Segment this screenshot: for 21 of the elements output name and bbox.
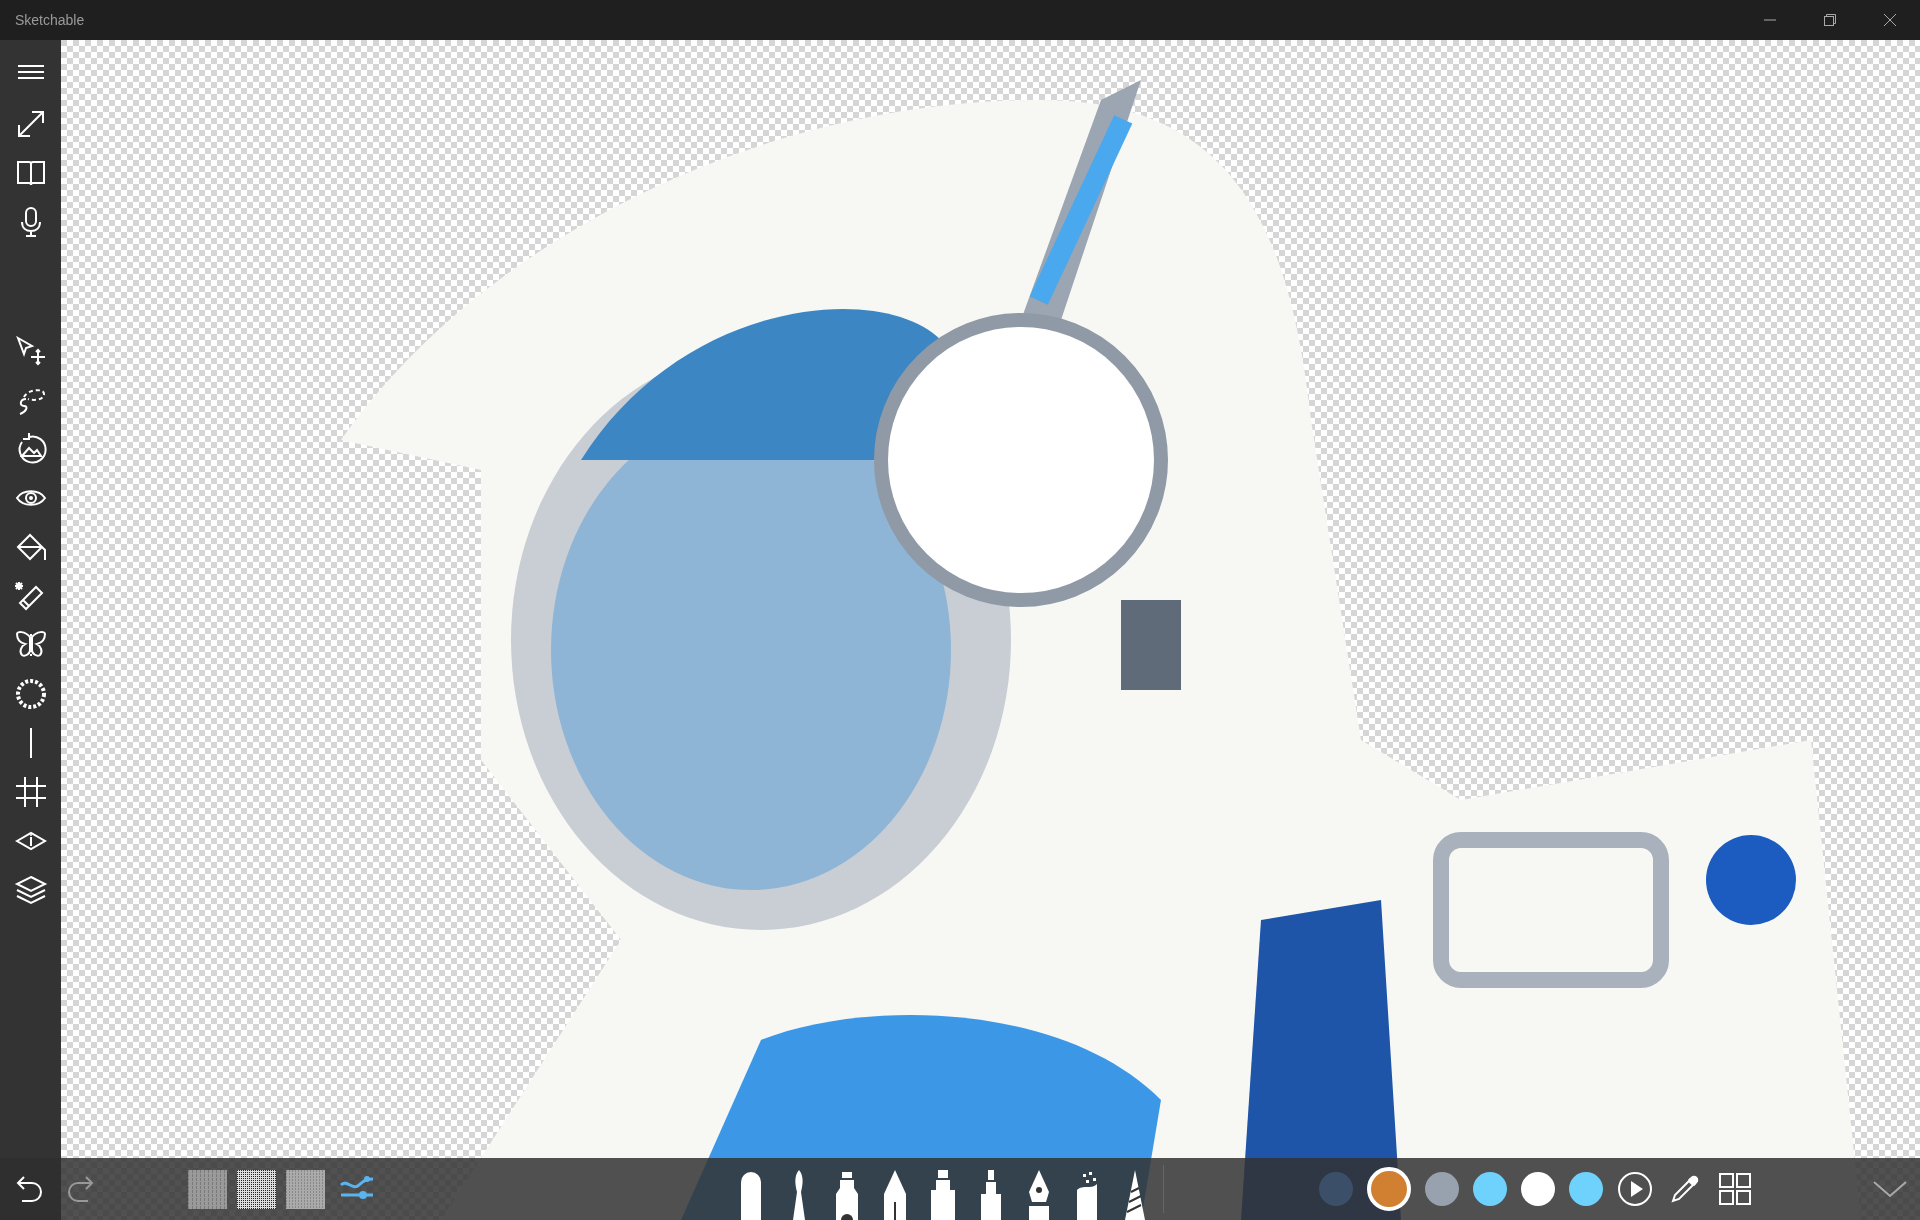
close-icon[interactable]	[1883, 13, 1897, 27]
select-arrow-icon[interactable]	[13, 333, 48, 368]
window-title: Sketchable	[15, 10, 85, 30]
color-swatch[interactable]	[1569, 1172, 1603, 1206]
grid-icon[interactable]	[13, 774, 48, 809]
grid-view-icon[interactable]	[1717, 1171, 1753, 1207]
highlighter-icon[interactable]	[929, 1170, 957, 1220]
texture-swatch[interactable]	[188, 1169, 227, 1209]
chevron-down-icon[interactable]	[1872, 1178, 1908, 1200]
color-swatch[interactable]	[1319, 1172, 1353, 1206]
color-swatch[interactable]	[1425, 1172, 1459, 1206]
restore-icon[interactable]	[1823, 13, 1837, 27]
pencil-icon[interactable]	[881, 1170, 909, 1220]
color-swatch[interactable]	[1367, 1167, 1411, 1211]
circle-dashed-icon[interactable]	[13, 676, 48, 711]
play-icon[interactable]	[1617, 1171, 1653, 1207]
color-swatch[interactable]	[1473, 1172, 1507, 1206]
color-swatch[interactable]	[1521, 1172, 1555, 1206]
texture-swatch[interactable]	[286, 1169, 325, 1209]
paint-tube-icon[interactable]	[833, 1170, 861, 1220]
texture-swatch[interactable]	[237, 1169, 276, 1209]
